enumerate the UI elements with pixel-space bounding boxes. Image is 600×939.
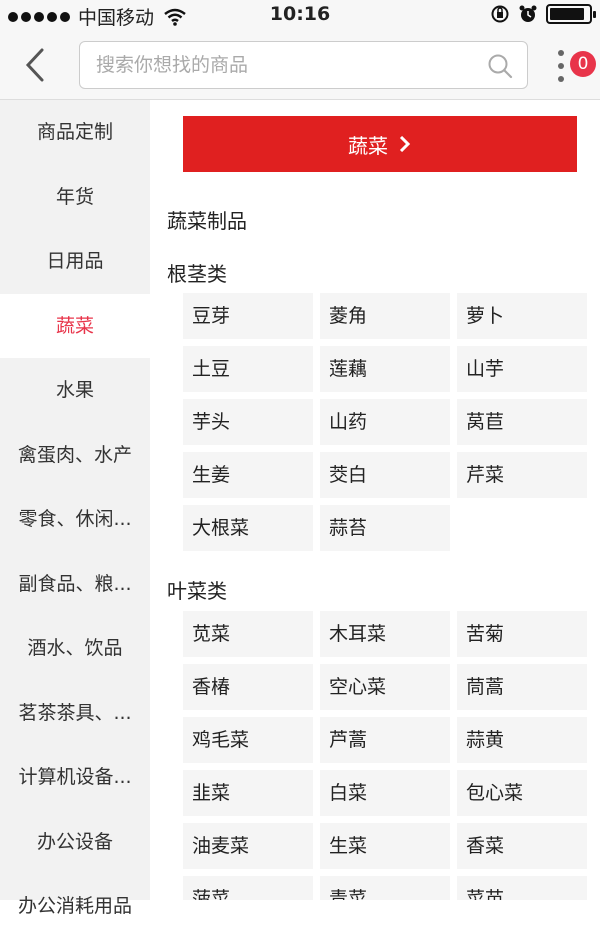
product-item[interactable]: 蒜黄: [457, 717, 587, 763]
sidebar-item[interactable]: 禽蛋肉、水产: [0, 423, 150, 488]
product-item[interactable]: 芹菜: [457, 452, 587, 498]
section-title: 根茎类: [167, 262, 227, 286]
product-item[interactable]: 苦菊: [457, 611, 587, 657]
product-item[interactable]: 青菜: [320, 876, 450, 900]
more-menu-icon[interactable]: [553, 48, 569, 84]
product-item[interactable]: 蒜苔: [320, 505, 450, 551]
product-item[interactable]: 生菜: [320, 823, 450, 869]
battery-level: [550, 8, 585, 20]
notification-badge[interactable]: 0: [570, 51, 596, 77]
rotation-lock-icon: [491, 5, 509, 23]
product-item[interactable]: 莴苣: [457, 399, 587, 445]
section-title: 叶菜类: [167, 579, 227, 603]
item-grid: 苋菜 木耳菜 苦菊香椿 空心菜 茼蒿鸡毛菜 芦蒿 蒜黄韭菜 白菜 包心菜油麦菜 生菜 香菜菠菜 青菜菜…: [183, 611, 590, 900]
product-item[interactable]: 菱角: [320, 293, 450, 339]
search-box[interactable]: [79, 41, 528, 89]
sidebar-item[interactable]: 办公消耗用品: [0, 874, 150, 939]
sidebar-item[interactable]: 日用品: [0, 229, 150, 294]
product-item[interactable]: 空心菜: [320, 664, 450, 710]
product-item[interactable]: 豆芽: [183, 293, 313, 339]
category-content: 蔬菜 蔬菜制品 根茎类 豆芽 菱角 萝卜 土豆 莲藕 山芋 芋头 山药 莴苣 生姜 茭白 芹菜 大根菜蒜…: [150, 100, 600, 900]
product-item[interactable]: 大根菜: [183, 505, 313, 551]
status-right: [490, 4, 596, 24]
sidebar-item[interactable]: 水果: [0, 358, 150, 423]
product-item[interactable]: 木耳菜: [320, 611, 450, 657]
chevron-right-icon: [399, 136, 411, 152]
product-item[interactable]: 油麦菜: [183, 823, 313, 869]
sidebar-item[interactable]: 办公设备: [0, 810, 150, 875]
search-input[interactable]: [96, 42, 476, 88]
empty-cell: [457, 505, 587, 551]
category-banner-button[interactable]: 蔬菜: [183, 116, 577, 172]
alarm-icon: [519, 5, 537, 22]
product-item[interactable]: 芦蒿: [320, 717, 450, 763]
sidebar-item[interactable]: 商品定制: [0, 100, 150, 165]
sidebar-item[interactable]: 零食、休闲...: [0, 487, 150, 552]
status-bar: 中国移动 10:16: [0, 0, 600, 30]
product-item[interactable]: 莲藕: [320, 346, 450, 392]
search-icon[interactable]: [487, 53, 513, 79]
item-grid: 豆芽 菱角 萝卜土豆 莲藕 山芋芋头 山药 莴苣生姜 茭白 芹菜大根菜 蒜苔: [183, 293, 590, 551]
sidebar-item[interactable]: 计算机设备...: [0, 745, 150, 810]
product-item[interactable]: 萝卜: [457, 293, 587, 339]
product-item[interactable]: 茭白: [320, 452, 450, 498]
product-item[interactable]: 生姜: [183, 452, 313, 498]
back-icon[interactable]: [18, 46, 54, 84]
banner-label: 蔬菜: [348, 133, 388, 158]
product-item[interactable]: 包心菜: [457, 770, 587, 816]
product-item[interactable]: 韭菜: [183, 770, 313, 816]
product-item[interactable]: 苋菜: [183, 611, 313, 657]
category-title: 蔬菜制品: [167, 209, 247, 233]
product-item[interactable]: 香椿: [183, 664, 313, 710]
product-item[interactable]: 土豆: [183, 346, 313, 392]
category-sidebar: 商品定制 年货 日用品 蔬菜 水果 禽蛋肉、水产 零食、休闲... 副食品、粮.…: [0, 100, 150, 917]
product-item[interactable]: 鸡毛菜: [183, 717, 313, 763]
sidebar-item-active[interactable]: 蔬菜: [0, 293, 150, 358]
sidebar-item[interactable]: 茗茶茶具、...: [0, 681, 150, 746]
sidebar-item[interactable]: 副食品、粮...: [0, 552, 150, 617]
product-item[interactable]: 芋头: [183, 399, 313, 445]
product-item[interactable]: 山药: [320, 399, 450, 445]
product-item[interactable]: 菠菜: [183, 876, 313, 900]
product-item[interactable]: 菜苗: [457, 876, 587, 900]
product-item[interactable]: 香菜: [457, 823, 587, 869]
sidebar-item[interactable]: 酒水、饮品: [0, 616, 150, 681]
product-item[interactable]: 茼蒿: [457, 664, 587, 710]
product-item[interactable]: 白菜: [320, 770, 450, 816]
header-bar: 0: [0, 30, 600, 100]
sidebar-item[interactable]: 年货: [0, 165, 150, 230]
battery-icon: [546, 4, 596, 24]
product-item[interactable]: 山芋: [457, 346, 587, 392]
